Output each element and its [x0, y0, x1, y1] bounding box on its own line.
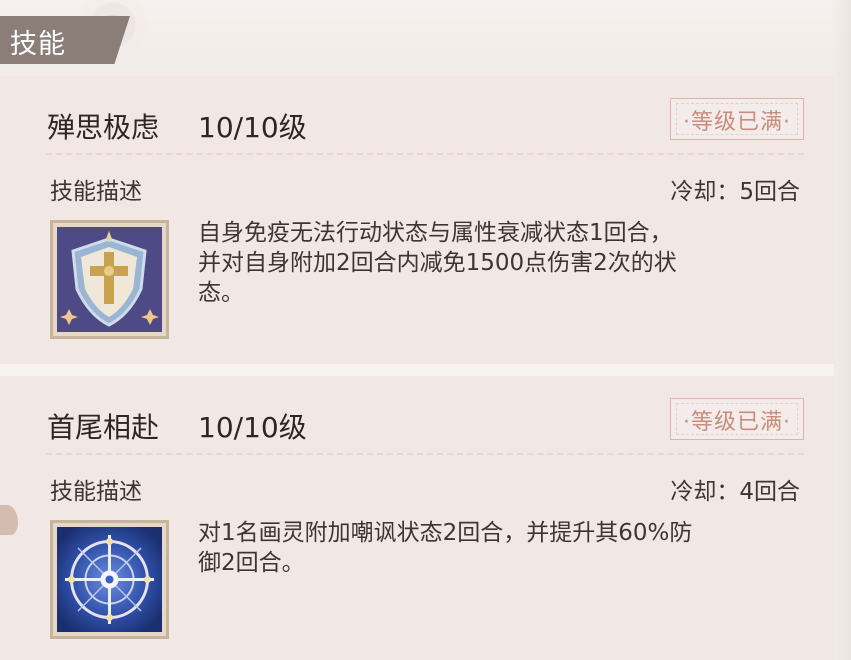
panel-gap [0, 364, 834, 376]
skill-description-line: 对1名画灵附加嘲讽状态2回合，并提升其60%防 [198, 520, 693, 546]
skill-description-line: 并对自身附加2回合内减免1500点伤害2次的状 [198, 250, 677, 276]
skill-icon-frame [50, 220, 169, 339]
skill-cooldown: 冷却：4回合 [670, 479, 800, 505]
skill-description-line: 自身免疫无法行动状态与属性衰减状态1回合， [198, 220, 673, 246]
skill-description-line: 态。 [198, 280, 244, 306]
divider [46, 453, 804, 455]
skill-icon-frame [50, 520, 169, 639]
max-level-badge-label: ·等级已满· [683, 110, 791, 135]
skill-level: 10/10级 [198, 111, 307, 144]
divider [46, 153, 804, 155]
skill-card: 首尾相赴 10/10级 ·等级已满· 技能描述 冷却：4回合 对1名画灵附加嘲讽… [0, 376, 834, 660]
compass-rose-icon [57, 527, 162, 632]
skill-card: 殚思极虑 10/10级 ·等级已满· 技能描述 冷却：5回合 自身免疫无法行动状… [0, 76, 834, 364]
skill-cooldown: 冷却：5回合 [670, 179, 800, 205]
max-level-badge-label: ·等级已满· [683, 410, 791, 435]
skill-description-line: 御2回合。 [198, 550, 305, 576]
skill-level: 10/10级 [198, 411, 307, 444]
max-level-badge: ·等级已满· [670, 398, 804, 440]
skill-description-label: 技能描述 [50, 479, 142, 505]
skill-description: 对1名画灵附加嘲讽状态2回合，并提升其60%防 御2回合。 [198, 518, 808, 578]
skills-tab-label: 技能 [10, 29, 66, 60]
skill-description-label: 技能描述 [50, 179, 142, 205]
shield-cross-icon [57, 227, 162, 332]
skill-description: 自身免疫无法行动状态与属性衰减状态1回合， 并对自身附加2回合内减免1500点伤… [198, 218, 808, 308]
max-level-badge: ·等级已满· [670, 98, 804, 140]
skills-tab: 技能 [0, 16, 130, 64]
right-edge-shadow [831, 0, 851, 660]
skill-name: 殚思极虑 [47, 111, 160, 144]
skill-name: 首尾相赴 [47, 411, 160, 444]
